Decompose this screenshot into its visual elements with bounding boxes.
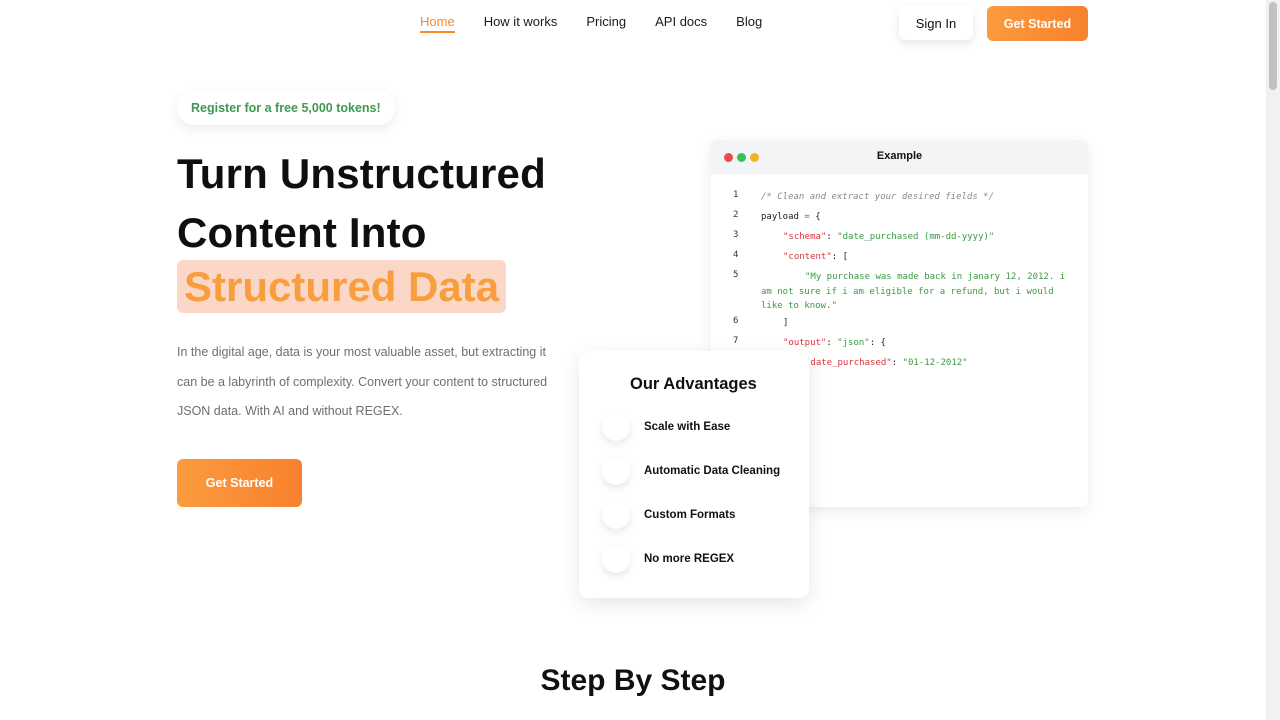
- hero-lead-text: In the digital age, data is your most va…: [177, 345, 548, 418]
- nav-link-how-it-works[interactable]: How it works: [484, 14, 558, 33]
- code-plain: payload: [761, 212, 805, 222]
- code-string: "date_purchased (mm-dd-yyyy)": [837, 232, 995, 242]
- scrollbar-thumb[interactable]: [1269, 2, 1277, 90]
- advantage-item: No more REGEX: [602, 544, 734, 574]
- line-number: 4: [733, 250, 739, 260]
- code-plain: {: [809, 212, 821, 222]
- code-text: payload = {: [761, 210, 1071, 225]
- nav-links: Home How it works Pricing API docs Blog: [420, 14, 762, 33]
- code-line: 5 "My purchase was made back in janary 1…: [711, 270, 1088, 311]
- code-window-title: Example: [876, 150, 923, 162]
- code-text: "output": "json": {: [783, 336, 1073, 351]
- code-line: 6 ]: [711, 316, 1088, 336]
- code-text: /* Clean and extract your desired fields…: [761, 190, 1071, 205]
- advantage-label: Scale with Ease: [644, 421, 731, 433]
- advantage-bullet-icon: [602, 501, 630, 529]
- code-text: ]: [783, 316, 1073, 331]
- code-key: "content": [783, 252, 832, 262]
- code-line: 2 payload = {: [711, 210, 1088, 230]
- hero-title-line-1: Turn Unstructured: [177, 150, 546, 197]
- code-string: "My purchase was made back in janary 12,…: [761, 272, 1071, 311]
- code-plain: :: [891, 358, 903, 368]
- nav-link-blog[interactable]: Blog: [736, 14, 762, 33]
- advantage-bullet-icon: [602, 545, 630, 573]
- code-key: "date_purchased": [805, 358, 892, 368]
- code-plain: ]: [783, 318, 789, 328]
- get-started-nav-button[interactable]: Get Started: [987, 6, 1088, 41]
- code-text: "My purchase was made back in janary 12,…: [761, 270, 1071, 314]
- top-nav: Home How it works Pricing API docs Blog …: [0, 0, 1266, 46]
- advantage-bullet-icon: [602, 413, 630, 441]
- code-line: 4 "content": [: [711, 250, 1088, 270]
- line-number: 6: [733, 316, 739, 326]
- hero-title: Turn Unstructured Content Into: [177, 144, 546, 262]
- code-text: "schema": "date_purchased (mm-dd-yyyy)": [783, 230, 1073, 245]
- line-number: 1: [733, 190, 739, 200]
- line-number: 5: [733, 270, 739, 280]
- step-by-step-heading: Step By Step: [540, 664, 726, 697]
- nav-link-home[interactable]: Home: [420, 14, 455, 33]
- code-plain: : {: [869, 338, 886, 348]
- advantage-bullet-icon: [602, 457, 630, 485]
- hero-title-highlight: Structured Data: [177, 260, 507, 313]
- sign-in-button[interactable]: Sign In: [899, 6, 973, 40]
- code-plain: :: [826, 338, 838, 348]
- code-key: "output": [783, 338, 827, 348]
- code-line: 3 "schema": "date_purchased (mm-dd-yyyy)…: [711, 230, 1088, 250]
- code-comment: /* Clean and extract your desired fields…: [761, 192, 994, 202]
- code-plain: : [: [831, 252, 849, 262]
- nav-link-api-docs[interactable]: API docs: [655, 14, 707, 33]
- advantage-item: Automatic Data Cleaning: [602, 456, 780, 486]
- nav-link-pricing[interactable]: Pricing: [586, 14, 626, 33]
- line-number: 2: [733, 210, 739, 220]
- code-string: "json": [837, 338, 870, 348]
- code-plain: :: [826, 232, 838, 242]
- code-string: "01-12-2012": [902, 358, 968, 368]
- code-window-header: Example: [711, 140, 1088, 174]
- code-text: "content": [: [783, 250, 1073, 265]
- line-number: 7: [733, 336, 739, 346]
- hero-title-line-2: Content Into: [177, 209, 427, 256]
- advantage-label: Custom Formats: [644, 509, 736, 521]
- get-started-hero-button[interactable]: Get Started: [177, 459, 302, 507]
- code-text: "date_purchased": "01-12-2012": [805, 356, 1075, 371]
- advantage-item: Scale with Ease: [602, 412, 730, 442]
- code-line: 1 /* Clean and extract your desired fiel…: [711, 190, 1088, 210]
- advantage-item: Custom Formats: [602, 500, 735, 530]
- promo-badge: Register for a free 5,000 tokens!: [177, 91, 395, 125]
- advantages-title: Our Advantages: [630, 375, 757, 393]
- advantage-label: Automatic Data Cleaning: [644, 465, 781, 477]
- line-number: 3: [733, 230, 739, 240]
- code-key: "schema": [783, 232, 827, 242]
- page-scrollbar[interactable]: [1266, 0, 1280, 720]
- advantages-card: Our Advantages Scale with Ease Automatic…: [579, 351, 809, 598]
- advantage-label: No more REGEX: [644, 553, 735, 565]
